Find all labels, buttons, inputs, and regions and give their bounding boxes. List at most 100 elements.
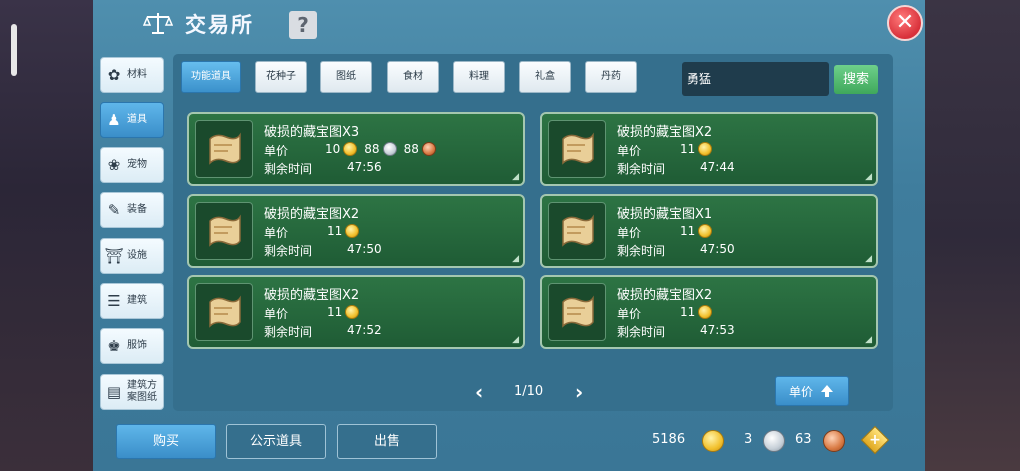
sort-by-price-button[interactable]: 单价 [775,376,849,406]
sidebar-item-label: 服饰 [127,340,147,351]
sidebar-item-label: 建筑 [127,295,147,306]
sort-label: 单价 [788,384,813,399]
time-left-value: 47:44 [700,160,735,174]
listing-card[interactable]: 破损的藏宝图X2 单价 11 剩余时间 47:52 ◢ [187,275,525,349]
corner-mark-icon: ◢ [865,172,872,182]
tab-label: 丹药 [601,71,621,82]
time-left-label: 剩余时间 [264,244,313,258]
listing-card[interactable]: 破损的藏宝图X2 单价 11 剩余时间 47:44 ◢ [540,112,878,186]
time-left-label: 剩余时间 [264,162,313,176]
gold-amount: 11 [680,142,696,156]
add-currency-button[interactable]: + [860,425,890,455]
sidebar-item-label: 设施 [127,250,147,261]
sidebar-item-building[interactable]: ☰ 建筑 [100,283,164,319]
sidebar-item-label: 材料 [127,69,147,80]
sidebar-item-label: 装备 [127,204,147,215]
tab-label: 图纸 [336,71,356,82]
props-icon: ♟ [107,111,121,129]
corner-mark-icon: ◢ [512,335,519,345]
price-label: 单价 [264,307,289,321]
listing-price: 11 [327,305,360,319]
gold-amount: 11 [327,305,343,319]
plus-icon: + [869,432,881,448]
listing-card[interactable]: 破损的藏宝图X3 单价 10 88 88 剩余时间 47:56 ◢ [187,112,525,186]
listing-name: 破损的藏宝图X2 [264,207,360,222]
listing-name: 破损的藏宝图X2 [617,288,713,303]
silver-coin-icon [382,142,397,156]
sidebar-item-pets[interactable]: ❀ 宠物 [100,147,164,183]
tab-label: 花种子 [266,71,296,82]
listing-name: 破损的藏宝图X3 [264,125,360,140]
gold-amount: 11 [327,224,343,238]
background-right [925,0,1020,471]
sidebar-item-clothing[interactable]: ♚ 服饰 [100,328,164,364]
listing-card[interactable]: 破损的藏宝图X2 单价 11 剩余时间 47:53 ◢ [540,275,878,349]
tab-cuisine[interactable]: 料理 [453,61,505,93]
price-label: 单价 [617,307,642,321]
edge-handle[interactable] [11,24,17,76]
tab-gift-box[interactable]: 礼盒 [519,61,571,93]
treasure-map-icon [548,283,606,341]
help-button[interactable]: ? [289,11,317,39]
time-left-label: 剩余时间 [617,162,666,176]
listing-price: 10 88 88 [325,142,436,156]
corner-mark-icon: ◢ [865,335,872,345]
price-label: 单价 [264,226,289,240]
silver-amount: 88 [364,142,380,156]
tab-flower-seeds[interactable]: 花种子 [255,61,307,93]
sidebar-item-label: 宠物 [127,159,147,170]
treasure-map-icon [548,120,606,178]
gold-amount: 10 [325,142,341,156]
sidebar-item-equipment[interactable]: ✎ 装备 [100,192,164,228]
listing-card[interactable]: 破损的藏宝图X1 单价 11 剩余时间 47:50 ◢ [540,194,878,268]
tab-label: 礼盒 [535,71,555,82]
buy-button[interactable]: 购买 [116,424,216,459]
listing-card[interactable]: 破损的藏宝图X2 单价 11 剩余时间 47:50 ◢ [187,194,525,268]
tab-function-props[interactable]: 功能道具 [181,61,241,93]
corner-mark-icon: ◢ [865,254,872,264]
clothing-icon: ♚ [107,337,121,355]
close-button[interactable]: ✕ [887,5,923,41]
tab-blueprints[interactable]: 图纸 [320,61,372,93]
search-input[interactable] [682,62,829,96]
facility-icon: ⛩ [104,247,124,265]
gold-coin-icon [698,305,713,319]
gold-coin-icon [702,430,724,452]
gold-amount: 11 [680,305,696,319]
pet-paw-icon: ❀ [107,156,121,174]
tab-ingredients[interactable]: 食材 [387,61,439,93]
listing-price: 11 [680,305,713,319]
sidebar-item-facility[interactable]: ⛩ 设施 [100,238,164,274]
treasure-map-icon [195,283,253,341]
copper-coin-icon [823,430,845,452]
time-left-label: 剩余时间 [264,325,313,339]
sidebar-item-blueprint[interactable]: ▤ 建筑方案图纸 [100,374,164,410]
listing-price: 11 [680,224,713,238]
next-page-button[interactable]: › [575,380,583,404]
exchange-panel: 交易所 ? ✕ ✿ 材料 ♟ 道具 ❀ 宠物 ✎ 装备 ⛩ 设施 ☰ 建筑 ♚ … [93,0,925,471]
listing-name: 破损的藏宝图X2 [617,125,713,140]
gold-coin-icon [698,142,713,156]
treasure-map-icon [195,120,253,178]
listing-price: 11 [680,142,713,156]
silver-coin-icon [763,430,785,452]
prev-page-button[interactable]: ‹ [475,380,483,404]
gold-coin-icon [698,224,713,238]
listing-name: 破损的藏宝图X1 [617,207,713,222]
sidebar-item-props[interactable]: ♟ 道具 [100,102,164,138]
price-label: 单价 [264,144,289,158]
sort-direction-icon [821,385,833,397]
equipment-icon: ✎ [107,201,121,219]
scale-icon [143,13,173,34]
copper-amount: 88 [403,142,419,156]
tab-label: 功能道具 [191,71,231,82]
gold-coin-icon [345,224,360,238]
tab-elixir[interactable]: 丹药 [585,61,637,93]
sidebar-item-materials[interactable]: ✿ 材料 [100,57,164,93]
gold-amount: 11 [680,224,696,238]
search-button[interactable]: 搜索 [834,65,878,94]
listing-price: 11 [327,224,360,238]
sell-button[interactable]: 出售 [337,424,437,459]
public-items-button[interactable]: 公示道具 [226,424,326,459]
time-left-value: 47:53 [700,323,735,337]
